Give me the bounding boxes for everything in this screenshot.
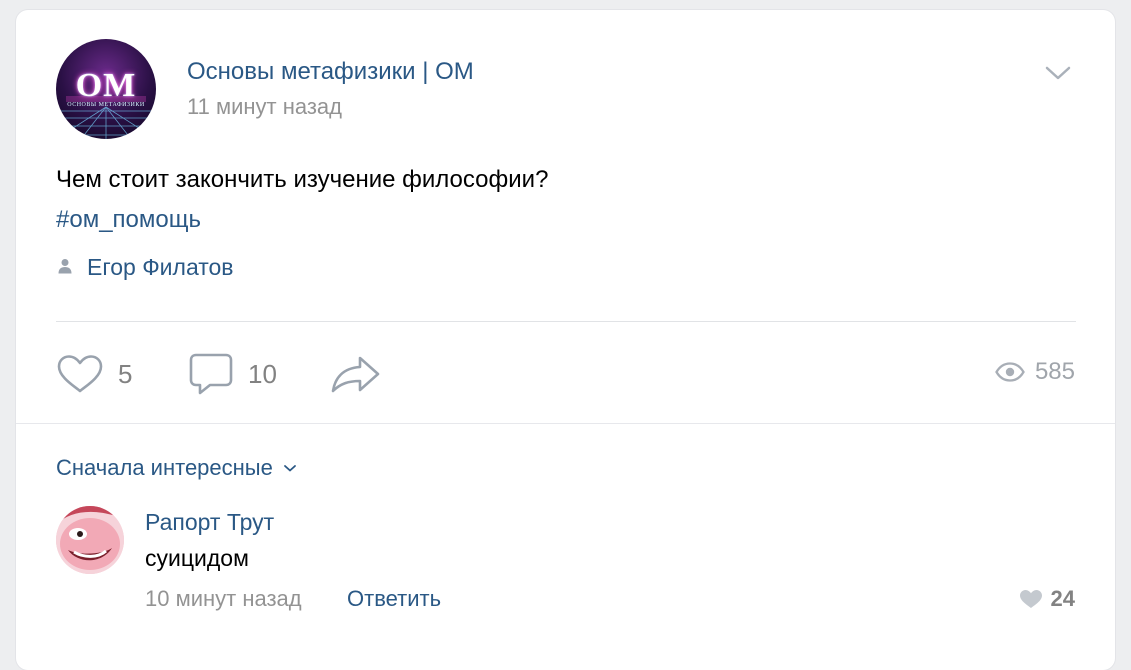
comment-like-button[interactable]: 24 [1019,586,1075,612]
heart-icon [1019,590,1042,608]
comments-sort-dropdown[interactable]: Сначала интересные [56,455,297,481]
eye-icon [995,362,1025,382]
sort-label: Сначала интересные [56,455,273,480]
comment-button[interactable]: 10 [188,352,277,396]
post-author-link[interactable]: Егор Филатов [87,254,234,281]
hashtag-link[interactable]: #ом_помощь [56,206,201,234]
group-avatar[interactable]: ОМ ОСНОВЫ МЕТАФИЗИКИ [56,39,156,139]
chevron-down-icon [283,465,296,472]
comment-author-avatar[interactable] [56,506,124,574]
share-button[interactable] [330,352,382,396]
views-counter: 585 [995,358,1075,386]
user-icon [58,259,72,274]
section-divider [16,423,1115,424]
reply-button[interactable]: Ответить [347,586,441,612]
comment-icon [189,353,233,395]
post-time[interactable]: 11 минут назад [187,94,342,120]
divider [56,321,1076,322]
logo-subtext: ОСНОВЫ МЕТАФИЗИКИ [67,102,145,108]
post-card: ОМ ОСНОВЫ МЕТАФИЗИКИ Основы метафизики |… [16,10,1115,670]
chevron-down-icon[interactable] [1044,64,1072,82]
share-icon [331,356,380,393]
comment-count: 10 [248,358,277,389]
group-name-link[interactable]: Основы метафизики | ОМ [187,58,474,86]
heart-icon [57,355,103,393]
post-text: Чем стоит закончить изучение философии? [56,166,549,193]
views-count: 585 [1034,358,1075,385]
comment-text: суицидом [145,545,249,571]
comment-author-link[interactable]: Рапорт Трут [145,509,274,536]
like-button[interactable]: 5 [56,352,132,396]
logo-text: ОМ [75,67,137,104]
comment-like-count: 24 [1050,586,1075,611]
comment-time[interactable]: 10 минут назад [145,586,302,612]
like-count: 5 [118,358,133,389]
avatar-image [56,506,124,574]
